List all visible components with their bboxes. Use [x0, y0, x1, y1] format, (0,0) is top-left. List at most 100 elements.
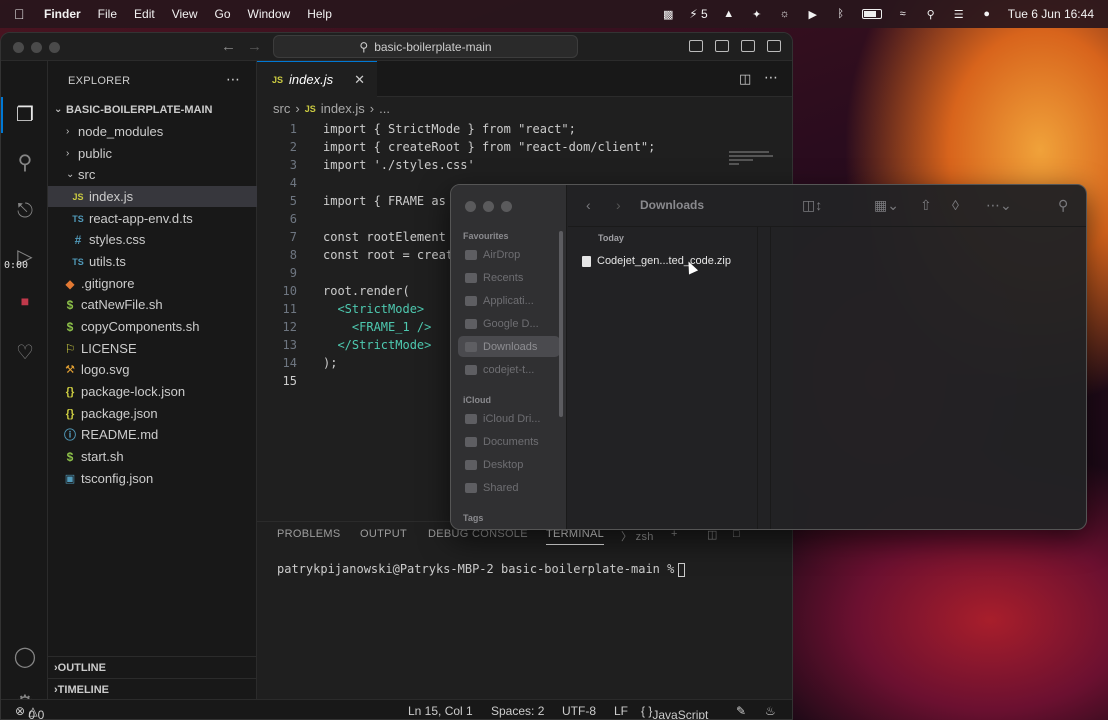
close-tab-icon[interactable]: ✕ — [354, 72, 365, 88]
toggle-secondary-sidebar-icon[interactable] — [741, 40, 755, 52]
battery-icon[interactable] — [861, 9, 882, 19]
cursor-position[interactable]: Ln 15, Col 1 — [408, 704, 473, 718]
menu-go[interactable]: Go — [215, 7, 231, 21]
status-item-badge[interactable]: ⚡ 5 — [689, 7, 707, 21]
back-arrow-icon[interactable]: ← — [221, 38, 236, 55]
tree-item-styles-css[interactable]: # styles.css — [48, 229, 257, 250]
account-icon[interactable]: ◯ — [13, 645, 37, 669]
forward-arrow-icon[interactable]: → — [247, 38, 262, 55]
back-chevron-icon[interactable]: ‹ — [586, 197, 591, 213]
tree-item-index-js[interactable]: JS index.js — [48, 186, 257, 207]
language-mode[interactable]: { } JavaScript — [641, 704, 708, 719]
view-columns-icon[interactable]: ◫↕ — [802, 197, 822, 214]
menu-view[interactable]: View — [172, 7, 198, 21]
apple-menu-icon[interactable]:  — [14, 6, 30, 22]
tree-item-public[interactable]: › public — [48, 143, 257, 164]
outline-section[interactable]: › OUTLINE — [48, 656, 257, 678]
breadcrumb-folder[interactable]: src — [273, 101, 290, 116]
tag-icon[interactable]: ◊ — [952, 197, 959, 213]
encoding[interactable]: UTF-8 — [562, 704, 596, 718]
forward-chevron-icon[interactable]: › — [616, 197, 621, 213]
tree-item-license[interactable]: ⚐ LICENSE — [48, 338, 257, 359]
sidebar-item-downloads[interactable]: Downloads — [458, 336, 560, 357]
zoom-window-button[interactable] — [49, 42, 60, 53]
menu-edit[interactable]: Edit — [134, 7, 155, 21]
tree-item-logo-svg[interactable]: ⚒ logo.svg — [48, 359, 257, 380]
code-line[interactable]: 1 import { StrictMode } from "react"; — [257, 120, 792, 138]
indentation[interactable]: Spaces: 2 — [491, 704, 544, 718]
breadcrumb-more[interactable]: ... — [379, 101, 390, 116]
breadcrumb-file[interactable]: index.js — [321, 101, 365, 116]
customize-layout-icon[interactable] — [767, 40, 781, 52]
play-icon[interactable]: ▶ — [806, 8, 820, 21]
sparkle-icon[interactable]: ✦ — [750, 8, 764, 21]
menu-app-name[interactable]: Finder — [44, 7, 81, 21]
bluetooth-icon[interactable]: ᛒ — [834, 8, 848, 20]
search-icon[interactable]: ⚲ — [1058, 197, 1068, 214]
sidebar-item-codejet[interactable]: codejet-t... — [458, 359, 560, 380]
more-actions-icon[interactable]: ⋯ — [226, 71, 240, 88]
minimize-window-button[interactable] — [31, 42, 42, 53]
problems-status[interactable]: ⊗ 0 △ 0 — [15, 704, 44, 719]
tree-item-start-sh[interactable]: $ start.sh — [48, 446, 257, 467]
tab-index-js[interactable]: JS index.js ✕ — [257, 61, 377, 97]
action-menu-icon[interactable]: ⋯⌄ — [986, 197, 1012, 214]
tab-problems[interactable]: PROBLEMS — [277, 528, 341, 540]
sidebar-item-icloud-drive[interactable]: iCloud Dri... — [458, 408, 560, 429]
sidebar-item-recents[interactable]: Recents — [458, 267, 560, 288]
tree-item-catnewfile[interactable]: $ catNewFile.sh — [48, 294, 257, 315]
end-of-line[interactable]: LF — [614, 704, 628, 718]
split-editor-icon[interactable]: ◫ — [739, 71, 751, 87]
tree-item-src[interactable]: ⌄ src — [48, 164, 257, 185]
toggle-panel-icon[interactable] — [715, 40, 729, 52]
timeline-section[interactable]: › TIMELINE — [48, 678, 257, 700]
sidebar-item-shared[interactable]: Shared — [458, 477, 560, 498]
file-item-zip[interactable]: Codejet_gen...ted_code.zip — [582, 255, 731, 267]
share-icon[interactable]: ⇧ — [920, 197, 932, 214]
tree-item-package-json[interactable]: {} package.json — [48, 403, 257, 424]
menu-help[interactable]: Help — [307, 7, 332, 21]
terminal-output[interactable]: patrykpijanowski@Patryks-MBP-2 basic-boi… — [277, 562, 686, 577]
clock[interactable]: Tue 6 Jun 16:44 — [1008, 7, 1094, 21]
sidebar-item-airdrop[interactable]: AirDrop — [458, 244, 560, 265]
tree-item-utils-ts[interactable]: TS utils.ts — [48, 251, 257, 272]
spotlight-search-icon[interactable]: ⚲ — [924, 8, 938, 21]
notifications-bell-icon[interactable]: ♨ — [765, 704, 776, 718]
close-window-button[interactable] — [465, 201, 476, 212]
tree-item-gitignore[interactable]: ◆ .gitignore — [48, 273, 257, 294]
brightness-icon[interactable]: ☼ — [778, 8, 792, 20]
search-icon[interactable]: ⚲ — [13, 151, 37, 175]
extension-square-icon[interactable]: ■ — [13, 289, 37, 313]
toggle-sidebar-icon[interactable] — [689, 40, 703, 52]
screen-share-icon[interactable]: ▩ — [661, 8, 675, 21]
menu-file[interactable]: File — [98, 7, 117, 21]
tree-item-tsconfig[interactable]: ▣ tsconfig.json — [48, 468, 257, 489]
siri-icon[interactable]: ● — [980, 8, 994, 20]
tree-item-node-modules[interactable]: › node_modules — [48, 121, 257, 142]
feedback-icon[interactable]: ✎ — [736, 704, 746, 718]
tree-item-package-lock[interactable]: {} package-lock.json — [48, 381, 257, 402]
gitlab-icon[interactable]: ♡ — [13, 341, 37, 365]
explorer-icon[interactable]: ❐ — [13, 103, 37, 127]
zoom-window-button[interactable] — [501, 201, 512, 212]
folder-root[interactable]: ⌄ BASIC-BOILERPLATE-MAIN — [48, 99, 257, 120]
wifi-icon[interactable]: ≈ — [896, 8, 910, 20]
code-line[interactable]: 2 import { createRoot } from "react-dom/c… — [257, 138, 792, 156]
command-center-search[interactable]: ⚲ basic-boilerplate-main — [273, 35, 578, 58]
tab-terminal[interactable]: TERMINAL — [546, 528, 605, 545]
tree-item-copycomponents[interactable]: $ copyComponents.sh — [48, 316, 257, 337]
source-control-icon[interactable]: ⎋ — [13, 199, 37, 223]
group-icon[interactable]: ▦⌄ — [874, 197, 899, 214]
tree-item-readme[interactable]: ⓘ README.md — [48, 424, 257, 445]
control-center-icon[interactable]: ☰ — [952, 8, 966, 21]
terminal-shell[interactable]: 〉 zsh — [621, 528, 654, 544]
close-window-button[interactable] — [13, 42, 24, 53]
more-actions-icon[interactable]: ⋯ — [764, 69, 778, 86]
sidebar-scrollbar[interactable] — [559, 231, 563, 417]
menu-window[interactable]: Window — [248, 7, 291, 21]
app-status-icon[interactable]: ▲ — [722, 8, 736, 20]
sidebar-item-documents[interactable]: Documents — [458, 431, 560, 452]
sidebar-item-desktop[interactable]: Desktop — [458, 454, 560, 475]
column-divider[interactable] — [758, 227, 771, 529]
tab-output[interactable]: OUTPUT — [360, 528, 407, 540]
